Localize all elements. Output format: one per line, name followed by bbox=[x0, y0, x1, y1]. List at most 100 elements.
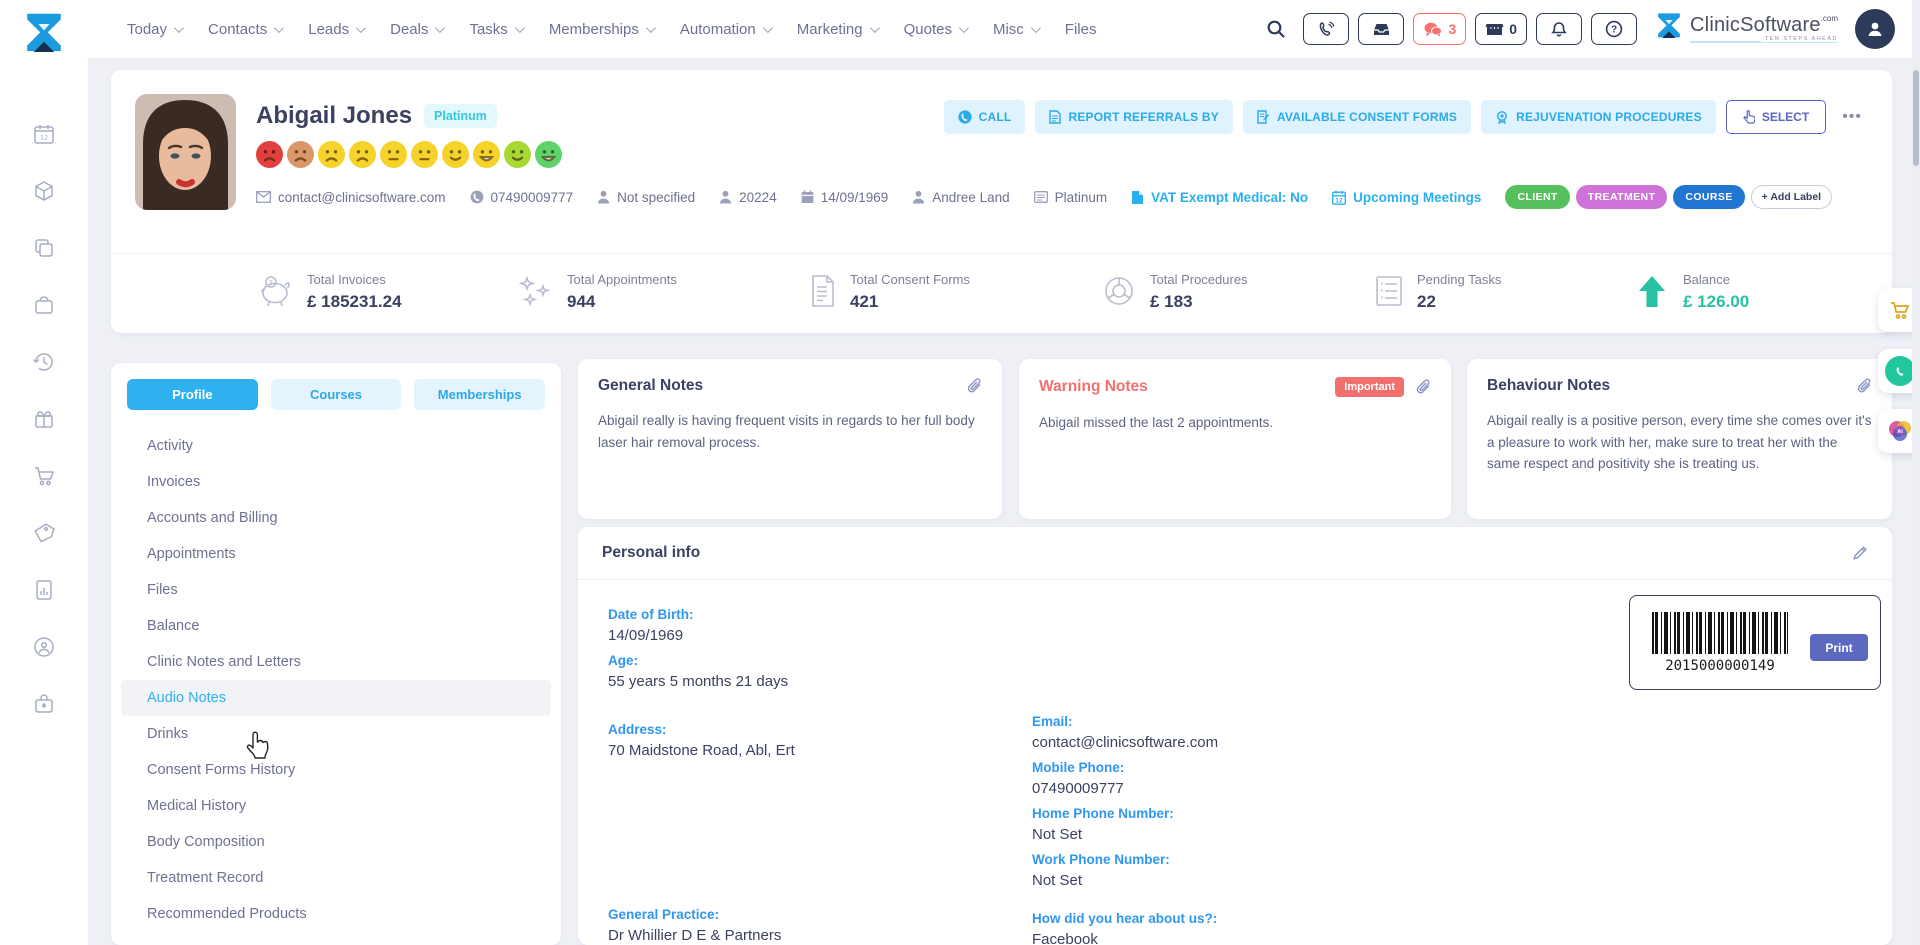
chevron-down-icon bbox=[274, 23, 284, 33]
package-icon[interactable] bbox=[32, 179, 56, 203]
profile-menu-item[interactable]: Medical History bbox=[121, 788, 551, 824]
mood-emoji[interactable] bbox=[349, 141, 376, 168]
topnav-item[interactable]: Quotes bbox=[904, 21, 966, 38]
panel-tab[interactable]: Profile bbox=[127, 379, 258, 410]
client-tag[interactable]: TREATMENT bbox=[1576, 185, 1668, 209]
mood-emoji[interactable] bbox=[535, 141, 562, 168]
profile-menu-item[interactable]: Invoices bbox=[121, 464, 551, 500]
contact-chip[interactable]: Andree Land bbox=[912, 190, 1009, 205]
profile-menu-item[interactable]: Accounts and Billing bbox=[121, 500, 551, 536]
profile-menu-item[interactable]: Consent Forms History bbox=[121, 752, 551, 788]
contact-chip[interactable]: Not specified bbox=[597, 190, 695, 205]
profile-menu-item[interactable]: Treatment Record bbox=[121, 860, 551, 896]
inbox-button[interactable] bbox=[1358, 13, 1404, 45]
stat-total-appointments: Total Appointments944 bbox=[517, 272, 677, 312]
field-age: Age:55 years 5 months 21 days bbox=[608, 653, 795, 690]
profile-menu-item[interactable]: Drinks bbox=[121, 716, 551, 752]
topnav-item[interactable]: Marketing bbox=[797, 21, 877, 38]
vat-exempt-link[interactable]: VAT Exempt Medical: No bbox=[1131, 190, 1308, 205]
panel-tabs: Profile Courses Memberships bbox=[111, 363, 561, 410]
profile-menu-item[interactable]: Activity bbox=[121, 428, 551, 464]
brand-logo[interactable]: ClinicSoftware.com TEN STEPS AHEAD bbox=[1654, 11, 1838, 47]
select-button[interactable]: SELECT bbox=[1726, 100, 1826, 134]
tag-icon[interactable] bbox=[32, 521, 56, 545]
bag-icon[interactable] bbox=[32, 293, 56, 317]
contact-chip[interactable]: 20224 bbox=[719, 190, 777, 205]
topnav-item[interactable]: Memberships bbox=[549, 21, 653, 38]
copy-icon[interactable] bbox=[32, 236, 56, 260]
topnav-item[interactable]: Leads bbox=[308, 21, 363, 38]
contact-chip[interactable]: contact@clinicsoftware.com bbox=[256, 190, 446, 205]
mood-emoji[interactable] bbox=[256, 141, 283, 168]
panel-tab[interactable]: Courses bbox=[271, 379, 402, 410]
profile-menu-item[interactable]: Files bbox=[121, 572, 551, 608]
page-scrollbar[interactable] bbox=[1912, 0, 1920, 945]
case-icon[interactable] bbox=[32, 692, 56, 716]
panel-tab[interactable]: Memberships bbox=[414, 379, 545, 410]
field-email: Email:contact@clinicsoftware.com bbox=[1032, 714, 1218, 751]
client-photo[interactable] bbox=[135, 94, 236, 210]
support-icon[interactable] bbox=[32, 635, 56, 659]
mood-emoji[interactable] bbox=[411, 141, 438, 168]
topnav-item[interactable]: Contacts bbox=[208, 21, 281, 38]
profile-menu-item[interactable]: Recommended Products bbox=[121, 896, 551, 932]
mood-emoji[interactable] bbox=[287, 141, 314, 168]
notifications-button[interactable] bbox=[1536, 13, 1582, 45]
topnav-item[interactable]: Deals bbox=[390, 21, 442, 38]
paperclip-icon[interactable] bbox=[1857, 378, 1872, 394]
topnav-item[interactable]: Files bbox=[1065, 21, 1097, 38]
field-general-practice: General Practice:Dr Whillier D E & Partn… bbox=[608, 907, 795, 944]
contact-chip[interactable]: 07490009777 bbox=[470, 190, 574, 205]
chat-button[interactable]: 3 bbox=[1413, 13, 1466, 45]
ai-icon: AI bbox=[1886, 417, 1914, 445]
topnav-item[interactable]: Misc bbox=[993, 21, 1038, 38]
gift-icon[interactable] bbox=[32, 407, 56, 431]
topnav-item-label: Deals bbox=[390, 21, 428, 38]
upcoming-meetings-link[interactable]: 12 Upcoming Meetings bbox=[1332, 190, 1481, 205]
report-icon[interactable] bbox=[32, 578, 56, 602]
mood-emoji[interactable] bbox=[442, 141, 469, 168]
print-button[interactable]: Print bbox=[1810, 634, 1868, 661]
contact-chip-label: 14/09/1969 bbox=[821, 190, 889, 205]
user-menu-button[interactable] bbox=[1855, 9, 1895, 49]
mood-emoji[interactable] bbox=[504, 141, 531, 168]
paperclip-icon[interactable] bbox=[967, 378, 982, 394]
contact-chip-label: contact@clinicsoftware.com bbox=[278, 190, 446, 205]
profile-menu-item[interactable]: Appointments bbox=[121, 536, 551, 572]
more-options-button[interactable]: ••• bbox=[1836, 104, 1868, 130]
topnav-item[interactable]: Today bbox=[127, 21, 181, 38]
dialer-button[interactable] bbox=[1303, 13, 1349, 45]
call-button[interactable]: CALL bbox=[944, 100, 1026, 134]
scrollbar-thumb[interactable] bbox=[1913, 70, 1919, 166]
shop-button[interactable]: 0 bbox=[1475, 13, 1527, 45]
contact-chip[interactable]: 14/09/1969 bbox=[801, 190, 889, 205]
rejuvenation-procedures-button[interactable]: REJUVENATION PROCEDURES bbox=[1481, 100, 1716, 134]
file-icon bbox=[1049, 110, 1061, 124]
profile-menu-item[interactable]: Balance bbox=[121, 608, 551, 644]
client-tag[interactable]: COURSE bbox=[1673, 185, 1744, 209]
topnav-item[interactable]: Automation bbox=[680, 21, 770, 38]
calendar-icon[interactable]: 12 bbox=[32, 122, 56, 146]
mood-emoji[interactable] bbox=[318, 141, 345, 168]
edit-pencil-icon[interactable] bbox=[1852, 545, 1868, 561]
help-button[interactable]: ? bbox=[1591, 13, 1637, 45]
available-consent-forms-button[interactable]: AVAILABLE CONSENT FORMS bbox=[1243, 100, 1471, 134]
search-icon[interactable] bbox=[1266, 19, 1286, 39]
mood-emoji[interactable] bbox=[380, 141, 407, 168]
history-icon[interactable] bbox=[32, 350, 56, 374]
brand-name: ClinicSoftware bbox=[1690, 14, 1821, 36]
phone-call-icon bbox=[1318, 21, 1335, 38]
profile-menu-item[interactable]: Audio Notes bbox=[121, 680, 551, 716]
paperclip-icon[interactable] bbox=[1416, 379, 1431, 395]
mood-emoji[interactable] bbox=[473, 141, 500, 168]
profile-menu-item[interactable]: Body Composition bbox=[121, 824, 551, 860]
contact-chip[interactable]: Platinum bbox=[1034, 190, 1108, 205]
chevron-down-icon bbox=[356, 23, 366, 33]
cart-icon[interactable] bbox=[32, 464, 56, 488]
sidebar-logo[interactable] bbox=[19, 10, 69, 66]
report-referrals-button[interactable]: REPORT REFERRALS BY bbox=[1035, 100, 1232, 134]
add-label-button[interactable]: + Add Label bbox=[1751, 185, 1832, 209]
topnav-item[interactable]: Tasks bbox=[469, 21, 521, 38]
profile-menu-item[interactable]: Clinic Notes and Letters bbox=[121, 644, 551, 680]
client-tag[interactable]: CLIENT bbox=[1505, 185, 1569, 209]
